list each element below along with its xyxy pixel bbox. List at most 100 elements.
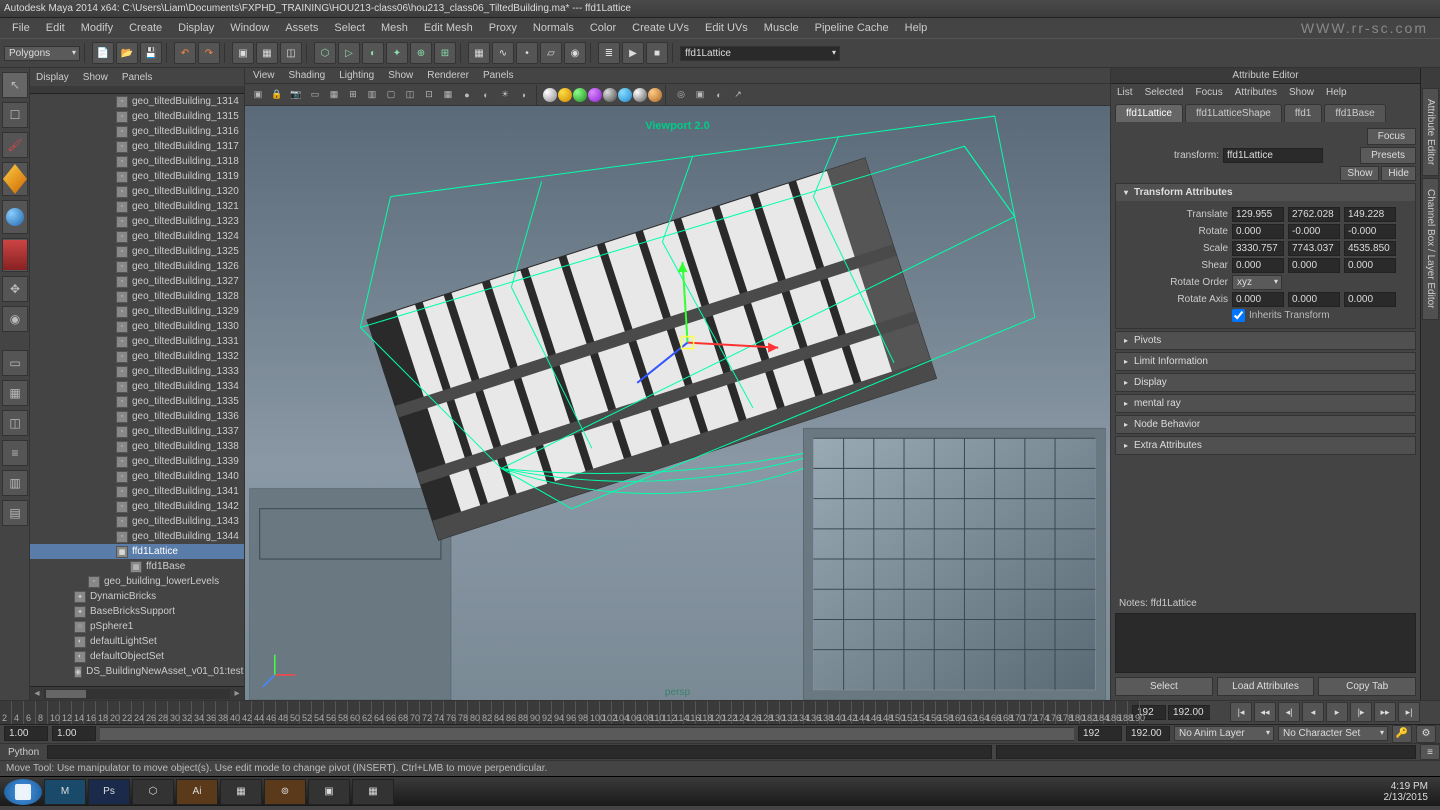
script-lang-label[interactable]: Python [0, 747, 47, 758]
translate-z-input[interactable] [1344, 207, 1396, 222]
shear-z-input[interactable] [1344, 258, 1396, 273]
vp-res-icon[interactable]: ◫ [401, 86, 419, 104]
copy-tab-button[interactable]: Copy Tab [1318, 677, 1416, 696]
tree-item[interactable]: ▫geo_tiltedBuilding_1326 [30, 259, 244, 274]
taskbar-app5-icon[interactable]: ▦ [220, 779, 262, 805]
soft-tool-icon[interactable]: ◉ [2, 306, 28, 332]
right-tab-channel-box[interactable]: Channel Box / Layer Editor [1422, 178, 1439, 320]
section-mentalray[interactable]: mental ray [1116, 395, 1415, 412]
menu-pipeline[interactable]: Pipeline Cache [807, 20, 897, 36]
vp-select-cam-icon[interactable]: ▣ [249, 86, 267, 104]
tree-item[interactable]: ▫geo_tiltedBuilding_1339 [30, 454, 244, 469]
system-clock[interactable]: 4:19 PM 2/13/2015 [1376, 781, 1437, 803]
tree-item[interactable]: ▫geo_tiltedBuilding_1328 [30, 289, 244, 304]
vp-light-icon[interactable]: ☀ [496, 86, 514, 104]
tree-item[interactable]: ▫geo_tiltedBuilding_1314 [30, 94, 244, 109]
vp-view[interactable]: View [253, 70, 275, 81]
sel-component-icon[interactable]: ◫ [280, 42, 302, 64]
menu-assets[interactable]: Assets [277, 20, 326, 36]
tree-item[interactable]: ▫geo_tiltedBuilding_1344 [30, 529, 244, 544]
menu-modify[interactable]: Modify [73, 20, 121, 36]
menu-select[interactable]: Select [326, 20, 373, 36]
scale-tool-icon[interactable] [2, 238, 28, 272]
range-slider[interactable] [100, 727, 1074, 741]
undo-icon[interactable]: ↶ [174, 42, 196, 64]
vp-panels[interactable]: Panels [483, 70, 514, 81]
vp-2d-icon[interactable]: ▦ [325, 86, 343, 104]
vp-renderer[interactable]: Renderer [427, 70, 469, 81]
rotate-y-input[interactable] [1288, 224, 1340, 239]
outliner-display[interactable]: Display [36, 72, 69, 83]
shear-x-input[interactable] [1232, 258, 1284, 273]
range-start-input[interactable] [4, 726, 48, 741]
open-scene-icon[interactable]: 📂 [116, 42, 138, 64]
taskbar-app7-icon[interactable]: ▣ [308, 779, 350, 805]
tab-ffd1lattice[interactable]: ffd1Lattice [1115, 104, 1183, 122]
viewport-3d[interactable]: Viewport 2.0 [245, 106, 1110, 700]
tab-ffd1latticeshape[interactable]: ffd1LatticeShape [1185, 104, 1282, 122]
tree-item[interactable]: ▫geo_building_lowerLevels [30, 574, 244, 589]
attr-menu-list[interactable]: List [1117, 87, 1133, 98]
attr-menu-focus[interactable]: Focus [1195, 87, 1222, 98]
rotate-x-input[interactable] [1232, 224, 1284, 239]
play-fwd-icon[interactable]: ▸ [1326, 702, 1348, 722]
menu-proxy[interactable]: Proxy [481, 20, 525, 36]
play-back-icon[interactable]: ◂ [1302, 702, 1324, 722]
menu-edituvs[interactable]: Edit UVs [697, 20, 756, 36]
taskbar-photoshop-icon[interactable]: Ps [88, 779, 130, 805]
tree-item[interactable]: ▫geo_tiltedBuilding_1317 [30, 139, 244, 154]
taskbar-app8-icon[interactable]: ▦ [352, 779, 394, 805]
show-button[interactable]: Show [1340, 166, 1379, 181]
vp-safe-icon[interactable]: ⊡ [420, 86, 438, 104]
raxis-y-input[interactable] [1288, 292, 1340, 307]
shade-sphere4-icon[interactable] [588, 88, 602, 102]
shade-sphere1-icon[interactable] [543, 88, 557, 102]
range-end-input[interactable] [1126, 726, 1170, 741]
rotate-tool-icon[interactable] [2, 200, 28, 234]
menu-file[interactable]: File [4, 20, 38, 36]
tree-item[interactable]: ▫geo_tiltedBuilding_1321 [30, 199, 244, 214]
snap-live-icon[interactable]: ◉ [564, 42, 586, 64]
save-scene-icon[interactable]: 💾 [140, 42, 162, 64]
step-back-key-icon[interactable]: ◂◂ [1254, 702, 1276, 722]
menu-mesh[interactable]: Mesh [373, 20, 416, 36]
section-pivots[interactable]: Pivots [1116, 332, 1415, 349]
layout-single-icon[interactable]: ▭ [2, 350, 28, 376]
script-editor-icon[interactable]: ≡ [1420, 744, 1440, 760]
vp-film-icon[interactable]: ▥ [363, 86, 381, 104]
vp-gate-icon[interactable]: ▢ [382, 86, 400, 104]
raxis-z-input[interactable] [1344, 292, 1396, 307]
vp-grid-icon[interactable]: ⊞ [344, 86, 362, 104]
go-start-icon[interactable]: |◂ [1230, 702, 1252, 722]
tree-item[interactable]: ▫geo_tiltedBuilding_1329 [30, 304, 244, 319]
anim-layer-dropdown[interactable]: No Anim Layer [1174, 726, 1274, 741]
tree-item[interactable]: ▫geo_tiltedBuilding_1323 [30, 214, 244, 229]
section-transform-attrs[interactable]: Transform Attributes [1116, 184, 1415, 201]
mask-edge-icon[interactable]: ▷ [338, 42, 360, 64]
menu-edit[interactable]: Edit [38, 20, 73, 36]
tree-item[interactable]: ▫geo_tiltedBuilding_1343 [30, 514, 244, 529]
raxis-x-input[interactable] [1232, 292, 1284, 307]
step-back-icon[interactable]: ◂| [1278, 702, 1300, 722]
menu-create[interactable]: Create [121, 20, 170, 36]
sel-object-icon[interactable]: ▦ [256, 42, 278, 64]
snap-grid-icon[interactable]: ▦ [468, 42, 490, 64]
tree-item[interactable]: ◉DS_BuildingNewAsset_v01_01:test:window [30, 664, 244, 679]
start-button[interactable] [4, 779, 42, 805]
step-fwd-icon[interactable]: |▸ [1350, 702, 1372, 722]
vp-xray-icon[interactable]: ▣ [691, 86, 709, 104]
command-input[interactable] [47, 745, 992, 759]
section-display[interactable]: Display [1116, 374, 1415, 391]
layout-four-icon[interactable]: ▦ [2, 380, 28, 406]
section-extra[interactable]: Extra Attributes [1116, 437, 1415, 454]
scale-y-input[interactable] [1288, 241, 1340, 256]
tree-item[interactable]: ▫geo_tiltedBuilding_1334 [30, 379, 244, 394]
mask-cv-icon[interactable]: ⊕ [410, 42, 432, 64]
inherits-checkbox[interactable] [1232, 309, 1245, 322]
vp-motion-icon[interactable]: ↗ [729, 86, 747, 104]
vp-show[interactable]: Show [388, 70, 413, 81]
layout-graph-icon[interactable]: ▤ [2, 500, 28, 526]
section-nodebehavior[interactable]: Node Behavior [1116, 416, 1415, 433]
transform-name-input[interactable] [1223, 148, 1323, 163]
outliner-scrollbar[interactable]: ◂▸ [30, 686, 244, 700]
